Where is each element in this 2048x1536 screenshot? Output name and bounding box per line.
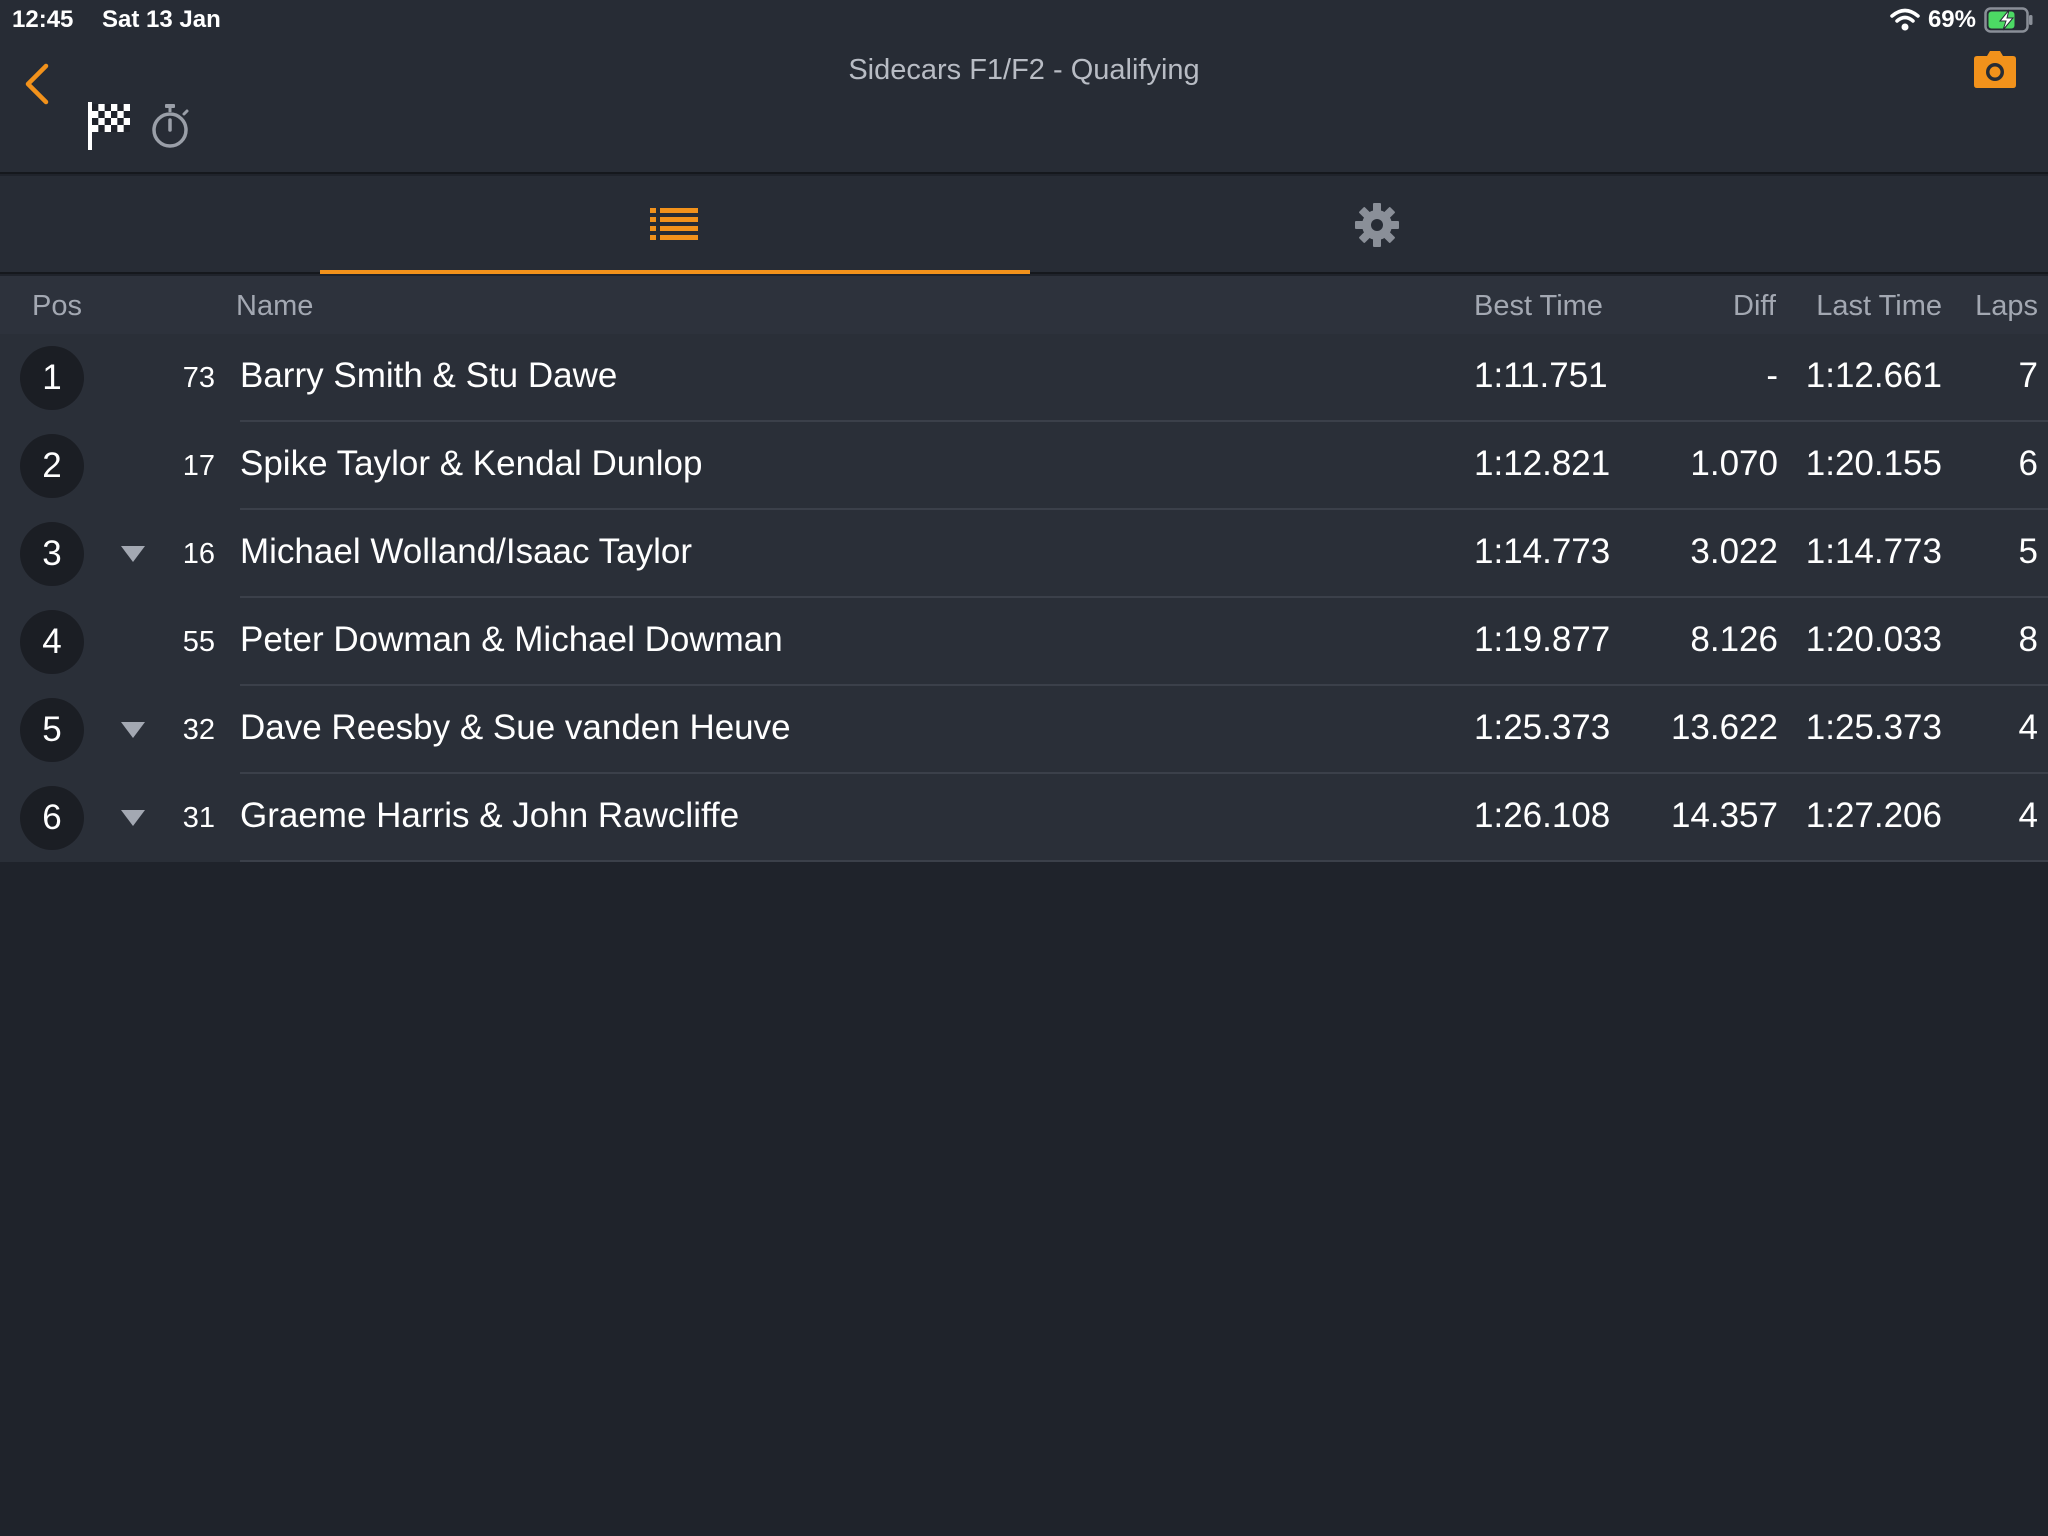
car-number: 55 xyxy=(182,626,215,658)
best-time: 1:14.773 xyxy=(1474,532,1611,571)
header-name[interactable]: Name xyxy=(236,290,313,323)
header-pos[interactable]: Pos xyxy=(32,290,82,323)
laps: 7 xyxy=(2018,356,2038,395)
header-diff[interactable]: Diff xyxy=(1733,290,1776,323)
nav-bar: Sidecars F1/F2 - Qualifying xyxy=(0,40,2048,174)
diff: 1.070 xyxy=(1690,444,1778,483)
position-badge: 4 xyxy=(20,610,84,674)
tab-bar xyxy=(0,176,2048,274)
status-time: 12:45 xyxy=(12,6,74,33)
diff: 3.022 xyxy=(1690,532,1778,571)
position-badge: 1 xyxy=(20,346,84,410)
stopwatch-icon[interactable] xyxy=(148,102,192,150)
header-laps[interactable]: Laps xyxy=(1975,290,2038,323)
tab-settings[interactable] xyxy=(1022,176,1732,274)
driver-name: Graeme Harris & John Rawcliffe xyxy=(240,796,740,835)
last-time: 1:27.206 xyxy=(1805,796,1942,835)
diff: 14.357 xyxy=(1670,796,1778,835)
driver-name: Dave Reesby & Sue vanden Heuve xyxy=(240,708,791,747)
table-row[interactable]: 1 73 Barry Smith & Stu Dawe 1:11.751 - 1… xyxy=(0,334,2048,422)
position-down-icon xyxy=(121,722,145,738)
status-bar: 12:45 Sat 13 Jan 69% xyxy=(0,0,2048,40)
driver-name: Peter Dowman & Michael Dowman xyxy=(240,620,783,659)
best-time: 1:12.821 xyxy=(1474,444,1611,483)
tab-list[interactable] xyxy=(320,176,1030,274)
car-number: 31 xyxy=(182,802,215,834)
table-row[interactable]: 6 31 Graeme Harris & John Rawcliffe 1:26… xyxy=(0,774,2048,862)
driver-name: Spike Taylor & Kendal Dunlop xyxy=(240,444,703,483)
table-row[interactable]: 2 17 Spike Taylor & Kendal Dunlop 1:12.8… xyxy=(0,422,2048,510)
wifi-icon xyxy=(1890,8,1920,31)
diff: 8.126 xyxy=(1690,620,1778,659)
status-indicators: 69% xyxy=(1890,4,2034,36)
battery-charging-icon xyxy=(1984,7,2033,33)
position-down-icon xyxy=(121,810,145,826)
diff: - xyxy=(1766,356,1778,395)
best-time: 1:11.751 xyxy=(1474,356,1608,395)
battery-percent: 69% xyxy=(1927,6,1976,33)
driver-name: Michael Wolland/Isaac Taylor xyxy=(240,532,692,571)
table-header: Pos Name Best Time Diff Last Time Laps xyxy=(0,276,2048,334)
car-number: 73 xyxy=(182,362,215,394)
last-time: 1:20.033 xyxy=(1805,620,1942,659)
laps: 8 xyxy=(2018,620,2038,659)
best-time: 1:25.373 xyxy=(1474,708,1611,747)
last-time: 1:12.661 xyxy=(1805,356,1942,395)
last-time: 1:25.373 xyxy=(1805,708,1942,747)
position-badge: 3 xyxy=(20,522,84,586)
position-badge: 5 xyxy=(20,698,84,762)
position-badge: 2 xyxy=(20,434,84,498)
position-badge: 6 xyxy=(20,786,84,850)
laps: 6 xyxy=(2018,444,2038,483)
table-row[interactable]: 3 16 Michael Wolland/Isaac Taylor 1:14.7… xyxy=(0,510,2048,598)
list-icon xyxy=(650,208,698,240)
camera-icon xyxy=(1974,51,2016,88)
last-time: 1:20.155 xyxy=(1805,444,1942,483)
last-time: 1:14.773 xyxy=(1805,532,1942,571)
camera-button[interactable] xyxy=(1972,50,2018,90)
car-number: 16 xyxy=(182,538,215,570)
gear-icon xyxy=(1355,203,1399,247)
driver-name: Barry Smith & Stu Dawe xyxy=(240,356,618,395)
diff: 13.622 xyxy=(1670,708,1778,747)
laps: 4 xyxy=(2018,708,2038,747)
laps: 5 xyxy=(2018,532,2038,571)
table-row[interactable]: 4 55 Peter Dowman & Michael Dowman 1:19.… xyxy=(0,598,2048,686)
position-down-icon xyxy=(121,546,145,562)
car-number: 32 xyxy=(182,714,215,746)
table-row[interactable]: 5 32 Dave Reesby & Sue vanden Heuve 1:25… xyxy=(0,686,2048,774)
status-date: Sat 13 Jan xyxy=(102,6,221,33)
header-best-time[interactable]: Best Time xyxy=(1474,290,1603,323)
best-time: 1:19.877 xyxy=(1474,620,1611,659)
checkered-flag-icon[interactable] xyxy=(86,100,132,152)
laps: 4 xyxy=(2018,796,2038,835)
page-title: Sidecars F1/F2 - Qualifying xyxy=(848,54,1200,86)
results-list: 1 73 Barry Smith & Stu Dawe 1:11.751 - 1… xyxy=(0,334,2048,862)
car-number: 17 xyxy=(182,450,215,482)
header-last-time[interactable]: Last Time xyxy=(1816,290,1942,323)
best-time: 1:26.108 xyxy=(1474,796,1611,835)
